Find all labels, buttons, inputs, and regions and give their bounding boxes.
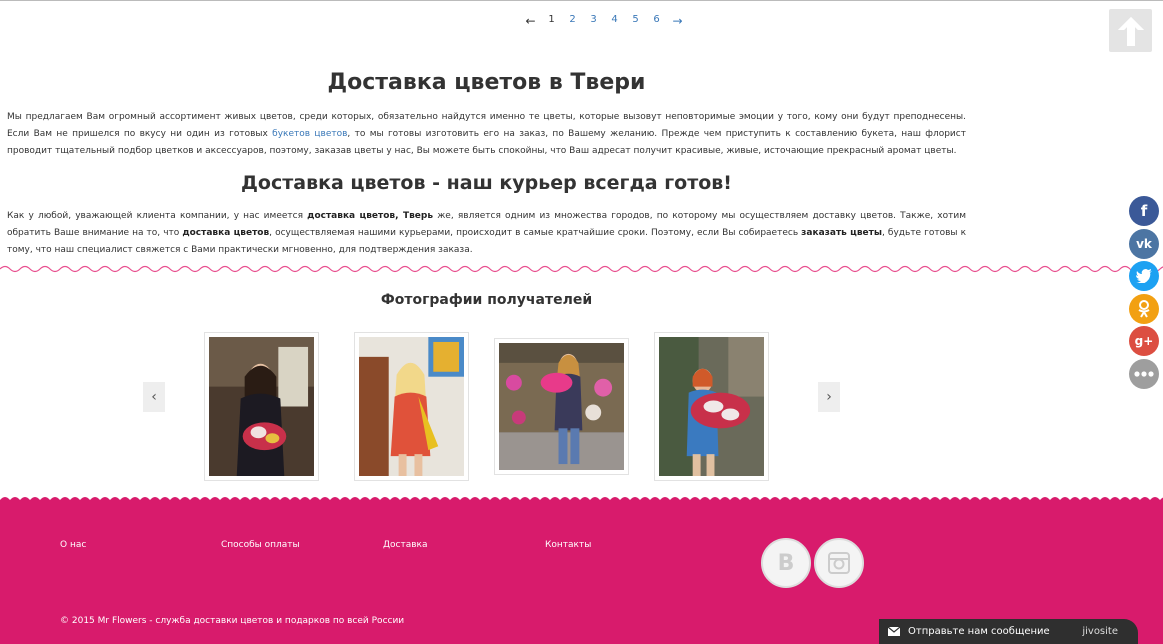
vk-icon: B	[777, 550, 795, 576]
recipient-photo-4[interactable]	[654, 332, 769, 481]
chevron-right-icon: ›	[826, 389, 832, 405]
pagination-page-4[interactable]: 4	[604, 14, 625, 28]
footer-link-delivery[interactable]: Доставка	[383, 540, 428, 550]
vk-icon: vk	[1136, 236, 1152, 251]
copyright: © 2015 Mr Flowers - служба доставки цвет…	[60, 616, 405, 626]
photo-image	[659, 337, 764, 476]
odnoklassniki-share-button[interactable]	[1129, 293, 1159, 324]
delivery-paragraph: Как у любой, уважающей клиента компании,…	[7, 211, 967, 255]
more-icon	[1134, 370, 1154, 377]
vk-share-button[interactable]: vk	[1129, 228, 1159, 259]
pagination: ← 1 2 3 4 5 6 →	[520, 14, 688, 28]
chat-brand: jivosite	[1082, 626, 1118, 637]
footer-link-payment[interactable]: Способы оплаты	[221, 540, 300, 550]
footer-wave	[0, 497, 1163, 504]
footer-instagram-button[interactable]	[814, 538, 864, 588]
pagination-page-5[interactable]: 5	[625, 14, 646, 28]
intro-paragraph: Мы предлагаем Вам огромный ассортимент ж…	[7, 112, 966, 156]
page-title: Доставка цветов в Твери	[327, 70, 646, 95]
arrow-up-icon	[1117, 16, 1144, 46]
main-content: Доставка цветов в Твери Мы предлагаем Ва…	[7, 70, 966, 259]
photo-image	[359, 337, 464, 476]
pagination-page-1[interactable]: 1	[541, 14, 562, 28]
footer-link-contacts[interactable]: Контакты	[545, 540, 591, 550]
chat-widget-button[interactable]: Отправьте нам сообщение jivosite	[879, 619, 1138, 644]
section-title: Доставка цветов - наш курьер всегда гото…	[241, 172, 732, 194]
photo-image	[499, 343, 624, 470]
photos-title: Фотографии получателей	[380, 292, 593, 308]
pagination-page-3[interactable]: 3	[583, 14, 604, 28]
google-plus-icon: g+	[1134, 334, 1154, 348]
facebook-icon: f	[1140, 202, 1148, 220]
envelope-icon	[888, 627, 900, 636]
top-border	[0, 0, 1163, 1]
google-plus-share-button[interactable]: g+	[1129, 326, 1159, 356]
footer-vk-button[interactable]: B	[761, 538, 811, 588]
odnoklassniki-icon	[1138, 299, 1150, 318]
pagination-page-6[interactable]: 6	[646, 14, 667, 28]
carousel-prev-button[interactable]: ‹	[143, 382, 165, 412]
pagination-prev[interactable]: ←	[520, 14, 541, 28]
photo-image	[209, 337, 314, 476]
wave-divider	[0, 265, 1163, 273]
chevron-left-icon: ‹	[151, 389, 157, 405]
facebook-share-button[interactable]: f	[1129, 196, 1159, 226]
pagination-page-2[interactable]: 2	[562, 14, 583, 28]
recipient-photo-1[interactable]	[204, 332, 319, 481]
pagination-next[interactable]: →	[667, 14, 688, 28]
scroll-top-button[interactable]	[1109, 9, 1152, 52]
more-share-button[interactable]	[1129, 358, 1159, 389]
bouquets-link[interactable]: букетов цветов	[272, 129, 347, 139]
carousel-next-button[interactable]: ›	[818, 382, 840, 412]
recipient-photo-3[interactable]	[494, 338, 629, 475]
footer-link-about[interactable]: О нас	[60, 540, 86, 550]
chat-label: Отправьте нам сообщение	[908, 626, 1050, 637]
recipient-photo-2[interactable]	[354, 332, 469, 481]
twitter-icon	[1136, 269, 1152, 283]
social-share-bar: f vk g+	[1129, 196, 1159, 389]
twitter-share-button[interactable]	[1129, 261, 1159, 291]
instagram-icon	[828, 552, 850, 574]
